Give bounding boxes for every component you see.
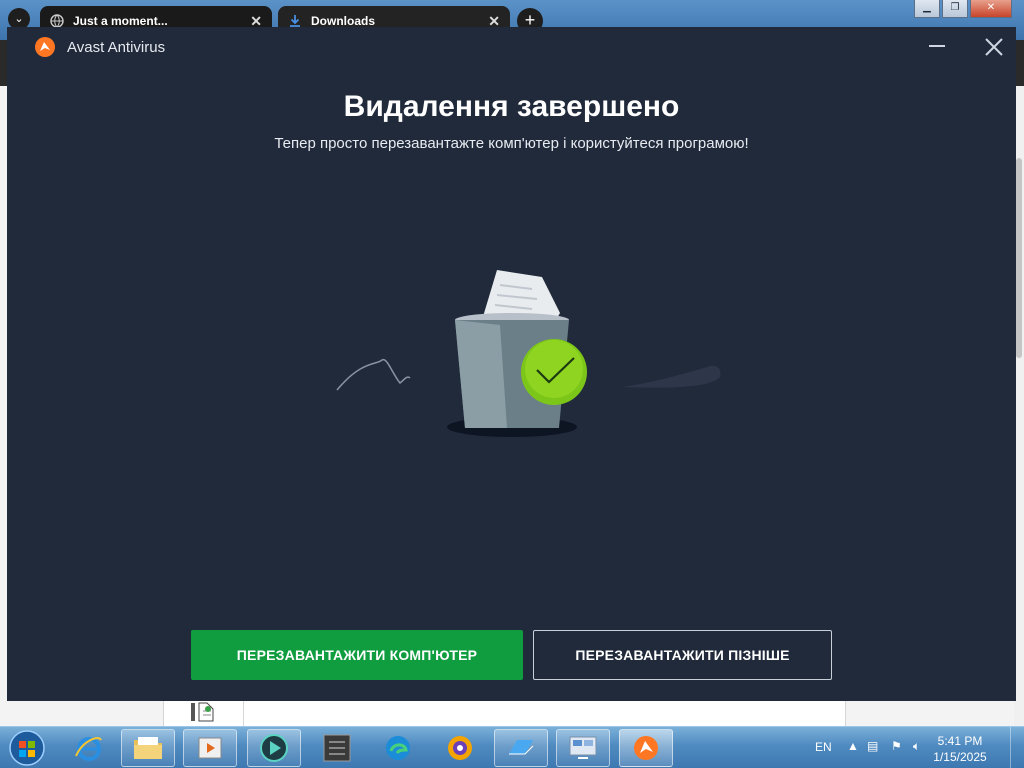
close-icon[interactable] xyxy=(983,36,1005,58)
language-indicator[interactable]: EN xyxy=(815,740,832,754)
restart-later-button[interactable]: ПЕРЕЗАВАНТАЖИТИ ПІЗНІШЕ xyxy=(533,630,832,680)
restart-now-button[interactable]: ПЕРЕЗАВАНТАЖИТИ КОМП'ЮТЕР xyxy=(191,630,523,680)
download-icon xyxy=(288,14,302,28)
cursor-hand-icon xyxy=(191,702,214,722)
clock-date: 1/15/2025 xyxy=(933,750,987,764)
start-orb-icon[interactable] xyxy=(4,728,50,768)
avast-window: Avast Antivirus Видалення завершено Тепе… xyxy=(7,27,1016,701)
scrollbar-thumb[interactable] xyxy=(1016,158,1022,358)
page-divider xyxy=(243,700,244,726)
window-controls: ▁ ❐ ✕ xyxy=(912,0,1012,18)
edge-browser-icon[interactable] xyxy=(371,729,425,767)
avast-taskbar-icon[interactable] xyxy=(619,729,673,767)
media-app-icon[interactable] xyxy=(247,729,301,767)
taskbar: EN ▲ ▤ ⚑ 🔈︎ 5:41 PM 1/15/2025 xyxy=(0,726,1024,768)
page-title: Видалення завершено xyxy=(343,90,680,123)
show-desktop-button[interactable] xyxy=(1010,727,1024,768)
app-title: Avast Antivirus xyxy=(67,39,166,56)
show-hidden-icons-icon[interactable]: ▲ xyxy=(847,739,859,753)
installer-app-icon[interactable] xyxy=(310,729,364,767)
system-clock[interactable]: 5:41 PM 1/15/2025 xyxy=(930,733,990,765)
avast-logo-icon xyxy=(35,37,55,57)
system-app-icon[interactable] xyxy=(556,729,610,767)
file-explorer-icon[interactable] xyxy=(121,729,175,767)
media-player-icon[interactable] xyxy=(183,729,237,767)
tab-title: Downloads xyxy=(311,14,376,28)
page-content-area xyxy=(163,700,846,726)
close-window-icon[interactable]: ✕ xyxy=(970,0,1012,18)
folder-app-icon[interactable] xyxy=(494,729,548,767)
clock-time: 5:41 PM xyxy=(937,734,983,748)
internet-explorer-icon[interactable] xyxy=(62,729,116,767)
tab-title: Just a moment... xyxy=(73,14,168,28)
browser-app-icon[interactable] xyxy=(433,729,487,767)
network-icon[interactable]: ▤ xyxy=(867,739,878,753)
trash-complete-illustration xyxy=(336,270,721,437)
minimize-window-icon[interactable]: ▁ xyxy=(914,0,940,18)
minimize-icon[interactable] xyxy=(929,45,945,47)
action-center-flag-icon[interactable]: ⚑ xyxy=(891,739,902,753)
restore-window-icon[interactable]: ❐ xyxy=(942,0,968,18)
volume-icon[interactable]: 🔈︎ xyxy=(913,739,920,754)
globe-icon xyxy=(50,14,64,28)
page-subtitle: Тепер просто перезавантажте комп'ютер і … xyxy=(274,135,749,152)
